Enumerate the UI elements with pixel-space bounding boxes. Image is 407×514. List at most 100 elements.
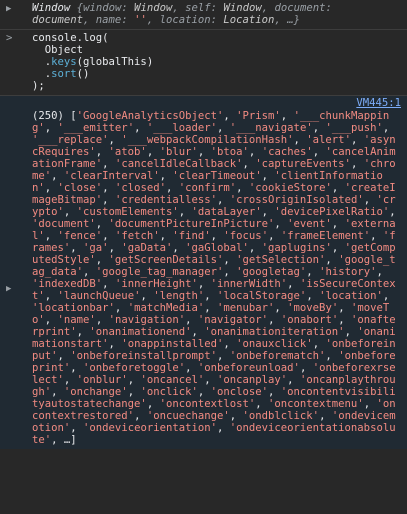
prop-key: self xyxy=(185,2,211,14)
array-item: 'dataLayer' xyxy=(191,206,262,218)
array-item: '___loader' xyxy=(146,122,218,134)
array-item: 'fetch' xyxy=(114,230,160,242)
array-item: 'document' xyxy=(32,218,96,230)
prop-value: Window xyxy=(223,2,262,14)
array-item: 'googletag' xyxy=(236,266,307,278)
array-item: 'onanimationiteration' xyxy=(204,326,345,338)
array-item: 'find' xyxy=(172,230,211,242)
code-token: . xyxy=(32,68,52,80)
array-count: (250) xyxy=(32,110,64,122)
array-item: 'onbeforematch' xyxy=(229,350,326,362)
array-item: 'name' xyxy=(57,314,96,326)
array-ellipsis: …] xyxy=(63,434,77,446)
console-input-row: > console.log( Object .keys(globalThis) … xyxy=(0,30,407,96)
prop-ellipsis: …} xyxy=(287,14,300,26)
array-item: 'oncontextlost' xyxy=(159,398,256,410)
array-item: 'matchMedia' xyxy=(127,302,205,314)
array-item: '___emitter' xyxy=(57,122,135,134)
input-code: console.log( Object .keys(globalThis) .s… xyxy=(32,32,401,92)
array-item: 'ondblclick' xyxy=(242,410,320,422)
array-item: 'launchQueue' xyxy=(57,290,141,302)
array-item: 'onbeforeunload' xyxy=(197,362,300,374)
code-token: .log( xyxy=(76,32,109,44)
array-item: 'frameElement' xyxy=(280,230,371,242)
array-items: 'GoogleAnalyticsObject', 'Prism', '___ch… xyxy=(32,110,403,446)
array-item: 'onappinstalled' xyxy=(121,338,224,350)
array-item: 'location' xyxy=(319,290,383,302)
window-log-row[interactable]: ▶ Window {window: Window, self: Window, … xyxy=(0,0,407,30)
array-item: '___replace' xyxy=(32,134,109,146)
array-item: 'cookieStore' xyxy=(248,182,332,194)
array-item: 'oncuechange' xyxy=(146,410,230,422)
array-item: 'atob' xyxy=(108,146,147,158)
window-object-preview[interactable]: Window {window: Window, self: Window, do… xyxy=(32,2,332,26)
array-item: 'onanimationend' xyxy=(89,326,192,338)
array-item: 'crossOriginIsolated' xyxy=(229,194,364,206)
array-item: 'caches' xyxy=(261,146,313,158)
array-output-row[interactable]: VM445:1 ▶ (250) ['GoogleAnalyticsObject'… xyxy=(0,96,407,449)
prop-key: name xyxy=(95,14,122,26)
array-item: 'onblur' xyxy=(76,374,128,386)
array-item: 'onauxclick' xyxy=(236,338,313,350)
expand-triangle-icon[interactable]: ▶ xyxy=(6,2,28,15)
array-item: 'innerWidth' xyxy=(210,278,288,290)
window-label: Window xyxy=(32,2,71,14)
array-item: 'focus' xyxy=(223,230,269,242)
array-item: '___webpackCompilationHash' xyxy=(121,134,294,146)
array-item: 'close' xyxy=(57,182,103,194)
array-item: 'event' xyxy=(287,218,332,230)
array-item: 'history' xyxy=(319,266,377,278)
array-item: 'onchange' xyxy=(63,386,128,398)
array-item: 'navigator' xyxy=(197,314,269,326)
array-item: 'Prism' xyxy=(236,110,281,122)
array-item: 'menubar' xyxy=(217,302,275,314)
array-item: 'credentialless' xyxy=(114,194,217,206)
prop-key: window xyxy=(83,2,122,14)
array-item: 'gaplugins' xyxy=(261,242,332,254)
array-preview[interactable]: (250) ['GoogleAnalyticsObject', 'Prism',… xyxy=(32,110,401,446)
array-item: 'ondeviceorientation' xyxy=(83,422,217,434)
array-item: 'moveBy' xyxy=(287,302,339,314)
code-token: sort xyxy=(51,68,77,80)
array-item: 'onabort' xyxy=(280,314,339,326)
prop-value: document xyxy=(32,14,84,26)
array-item: 'navigation' xyxy=(108,314,186,326)
array-item: 'GoogleAnalyticsObject' xyxy=(76,110,224,122)
prop-key: location xyxy=(159,14,211,26)
code-token: . xyxy=(32,56,52,68)
array-item: 'getSelection' xyxy=(236,254,326,266)
array-item: '___push' xyxy=(325,122,383,134)
code-token: () xyxy=(76,68,90,80)
prop-value: '' xyxy=(134,14,147,26)
array-item: 'alert' xyxy=(306,134,351,146)
array-item: 'getScreenDetails' xyxy=(108,254,224,266)
expand-triangle-icon[interactable]: ▶ xyxy=(6,282,28,295)
array-item: 'documentPictureInPicture' xyxy=(108,218,275,230)
array-item: 'captureEvents' xyxy=(255,158,351,170)
array-item: 'clearInterval' xyxy=(63,170,160,182)
array-item: 'gaData' xyxy=(121,242,173,254)
array-item: 'btoa' xyxy=(210,146,249,158)
array-item: 'onbeforetoggle' xyxy=(83,362,186,374)
array-item: 'confirm' xyxy=(178,182,237,194)
array-item: 'fence' xyxy=(57,230,103,242)
array-item: 'devicePixelRatio' xyxy=(274,206,390,218)
prop-key: document xyxy=(274,2,326,14)
array-item: 'google_tag_manager' xyxy=(95,266,224,278)
source-link[interactable]: VM445:1 xyxy=(356,97,401,109)
array-item: 'clearTimeout' xyxy=(172,170,262,182)
code-token: Object xyxy=(32,44,84,56)
array-item: 'onclose' xyxy=(210,386,269,398)
array-item: 'ga' xyxy=(83,242,109,254)
code-token: ); xyxy=(32,80,45,92)
array-item: 'onclick' xyxy=(140,386,198,398)
array-item: 'onbeforeinstallprompt' xyxy=(70,350,217,362)
array-item: 'oncancel' xyxy=(140,374,205,386)
prop-value: Window xyxy=(134,2,173,14)
array-item: 'cancelIdleCallback' xyxy=(114,158,243,170)
code-token: console xyxy=(32,32,77,44)
array-item: 'blur' xyxy=(159,146,198,158)
code-token: keys xyxy=(51,56,77,68)
array-item: 'localStorage' xyxy=(217,290,307,302)
array-item: 'gaGlobal' xyxy=(185,242,249,254)
